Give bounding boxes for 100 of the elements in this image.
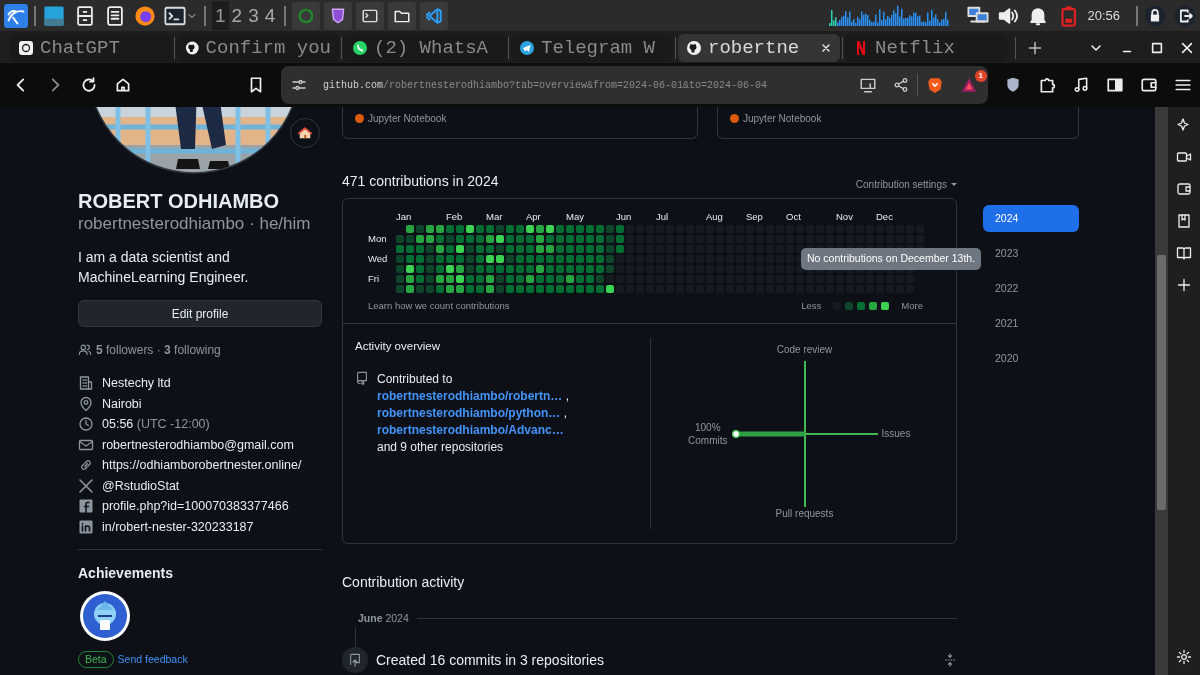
weekday-label: Fri [368,275,381,283]
puzzle-icon[interactable] [1038,76,1056,94]
profile-name: ROBERT ODHIAMBO [78,189,281,213]
wallet-icon[interactable] [1140,76,1158,94]
browser-tab[interactable]: Telegram W [511,34,673,62]
lock-icon[interactable] [1144,4,1166,27]
follow-counts[interactable]: 5 followers · 3 following [96,341,221,359]
year-tab[interactable]: 2024 [983,205,1079,232]
repo-icon [355,371,369,386]
people-icon [78,343,92,357]
edit-profile-button[interactable]: Edit profile [78,300,322,327]
settings-icon[interactable] [1176,649,1192,665]
social-link[interactable]: in/robert-nester-320233187 [102,516,254,537]
close-icon[interactable] [820,42,832,54]
repo-card[interactable]: Jupyter Notebook [717,107,1079,139]
month-label: Feb [446,211,464,223]
year-tab[interactable]: 2021 [983,310,1079,337]
local-time: 05:56 (UTC -12:00) [102,416,210,433]
workspace-button[interactable]: 1 [212,1,229,30]
month-label: Mar [486,211,504,223]
status-button[interactable] [290,118,320,148]
share-icon[interactable] [893,77,909,93]
notes-icon[interactable] [104,4,126,27]
learn-link[interactable]: Learn how we count contributions [368,299,510,314]
firefox-icon[interactable] [134,4,156,27]
push-icon [348,652,362,667]
username: robertnesterodhiambo · he/him [78,213,312,235]
tune-icon[interactable] [291,77,307,93]
separator-text: , [563,406,568,421]
browser-tab[interactable]: robertne [678,34,840,62]
year-tab[interactable]: 2022 [983,275,1079,302]
shield-icon[interactable] [1004,76,1022,94]
add-icon[interactable] [1176,277,1192,293]
maximize-icon[interactable] [1150,41,1164,55]
browser-tab[interactable]: ChatGPT [10,34,172,62]
section-heading: Activity overview [355,339,441,354]
lion-shield-icon[interactable] [926,76,944,94]
house-icon [298,126,312,140]
social-link[interactable]: @RstudioStat [102,475,180,496]
sidebar-icon[interactable] [1106,76,1124,94]
month-label: Jan [396,211,413,223]
task-button[interactable] [420,1,449,30]
task-button[interactable] [356,1,385,30]
dragon-logo-icon[interactable] [4,3,28,28]
repo-link[interactable]: robertnesterodhiambo/python… [377,406,561,421]
browser-tab[interactable]: Confirm you [177,34,339,62]
wallet-icon[interactable] [1176,181,1192,197]
year-tab[interactable]: 2020 [983,345,1079,372]
bookmark-book-icon[interactable] [1176,213,1192,229]
legend-cell [881,302,890,311]
scrollbar[interactable] [1155,107,1168,675]
clock-icon [78,416,94,433]
collapse-icon[interactable] [943,652,957,667]
month-label: Nov [836,211,854,223]
home-icon[interactable] [114,76,132,94]
logout-icon[interactable] [1174,4,1196,27]
section-heading: Contribution activity [342,573,466,592]
notification-badge: 1 [974,70,987,82]
website-link[interactable]: https://odhiamborobertnester.online/ [102,455,302,476]
repo-link[interactable]: robertnesterodhiambo/robertn… [377,389,563,404]
linkedin-logo-icon [78,518,94,535]
achievement-badge-icon[interactable] [79,590,131,642]
month-label: Dec [876,211,894,223]
sparkle-icon[interactable] [1176,117,1192,133]
terminal-icon[interactable] [164,4,186,27]
task-button[interactable] [324,1,353,30]
music-icon[interactable] [1072,76,1090,94]
new-tab-icon[interactable] [1026,39,1044,57]
language-label: Jupyter Notebook [743,112,822,126]
workspace-button[interactable]: 4 [261,1,279,30]
repo-card[interactable]: Jupyter Notebook [342,107,698,139]
close-icon[interactable] [1180,41,1194,55]
contribution-settings-menu[interactable]: Contribution settings [855,177,957,192]
repo-link[interactable]: robertnesterodhiambo/Advanc… [377,423,564,438]
workspace-button[interactable]: 2 [228,1,246,30]
address-field[interactable]: github.com/robertnesterodhiambo?tab=overview&from=2024-06-01&to=2024-06-04 1 [281,66,988,104]
browser-tab[interactable]: (2) WhatsA [344,34,506,62]
reading-list-icon[interactable] [1176,245,1192,261]
legend-cell [857,302,866,311]
activity-text: and 9 other repositories [377,439,505,457]
facebook-logo-icon [78,498,94,515]
browser-tab[interactable]: Netflix [845,34,1007,62]
month-label: Oct [786,211,802,223]
workspace-button[interactable]: 3 [245,1,262,30]
axis-label: Issues [881,427,911,440]
feedback-link[interactable]: Send feedback [117,651,188,668]
caret-icon [951,183,957,186]
task-button[interactable] [388,1,417,30]
year-tab[interactable]: 2023 [983,240,1079,267]
reload-icon[interactable] [80,76,98,94]
month-label: Aug [706,211,724,223]
video-icon[interactable] [1176,149,1192,165]
install-icon[interactable] [859,76,877,94]
email-link[interactable]: robertnesterodhiambo@gmail.com [102,434,294,455]
legend-label: More [901,299,923,313]
desktop-icon[interactable] [42,4,66,27]
triangle-icon[interactable] [960,76,978,94]
company: Nestechy ltd [102,375,171,392]
social-link[interactable]: profile.php?id=100070383377466 [102,496,289,517]
file-cabinet-icon[interactable] [74,4,96,27]
